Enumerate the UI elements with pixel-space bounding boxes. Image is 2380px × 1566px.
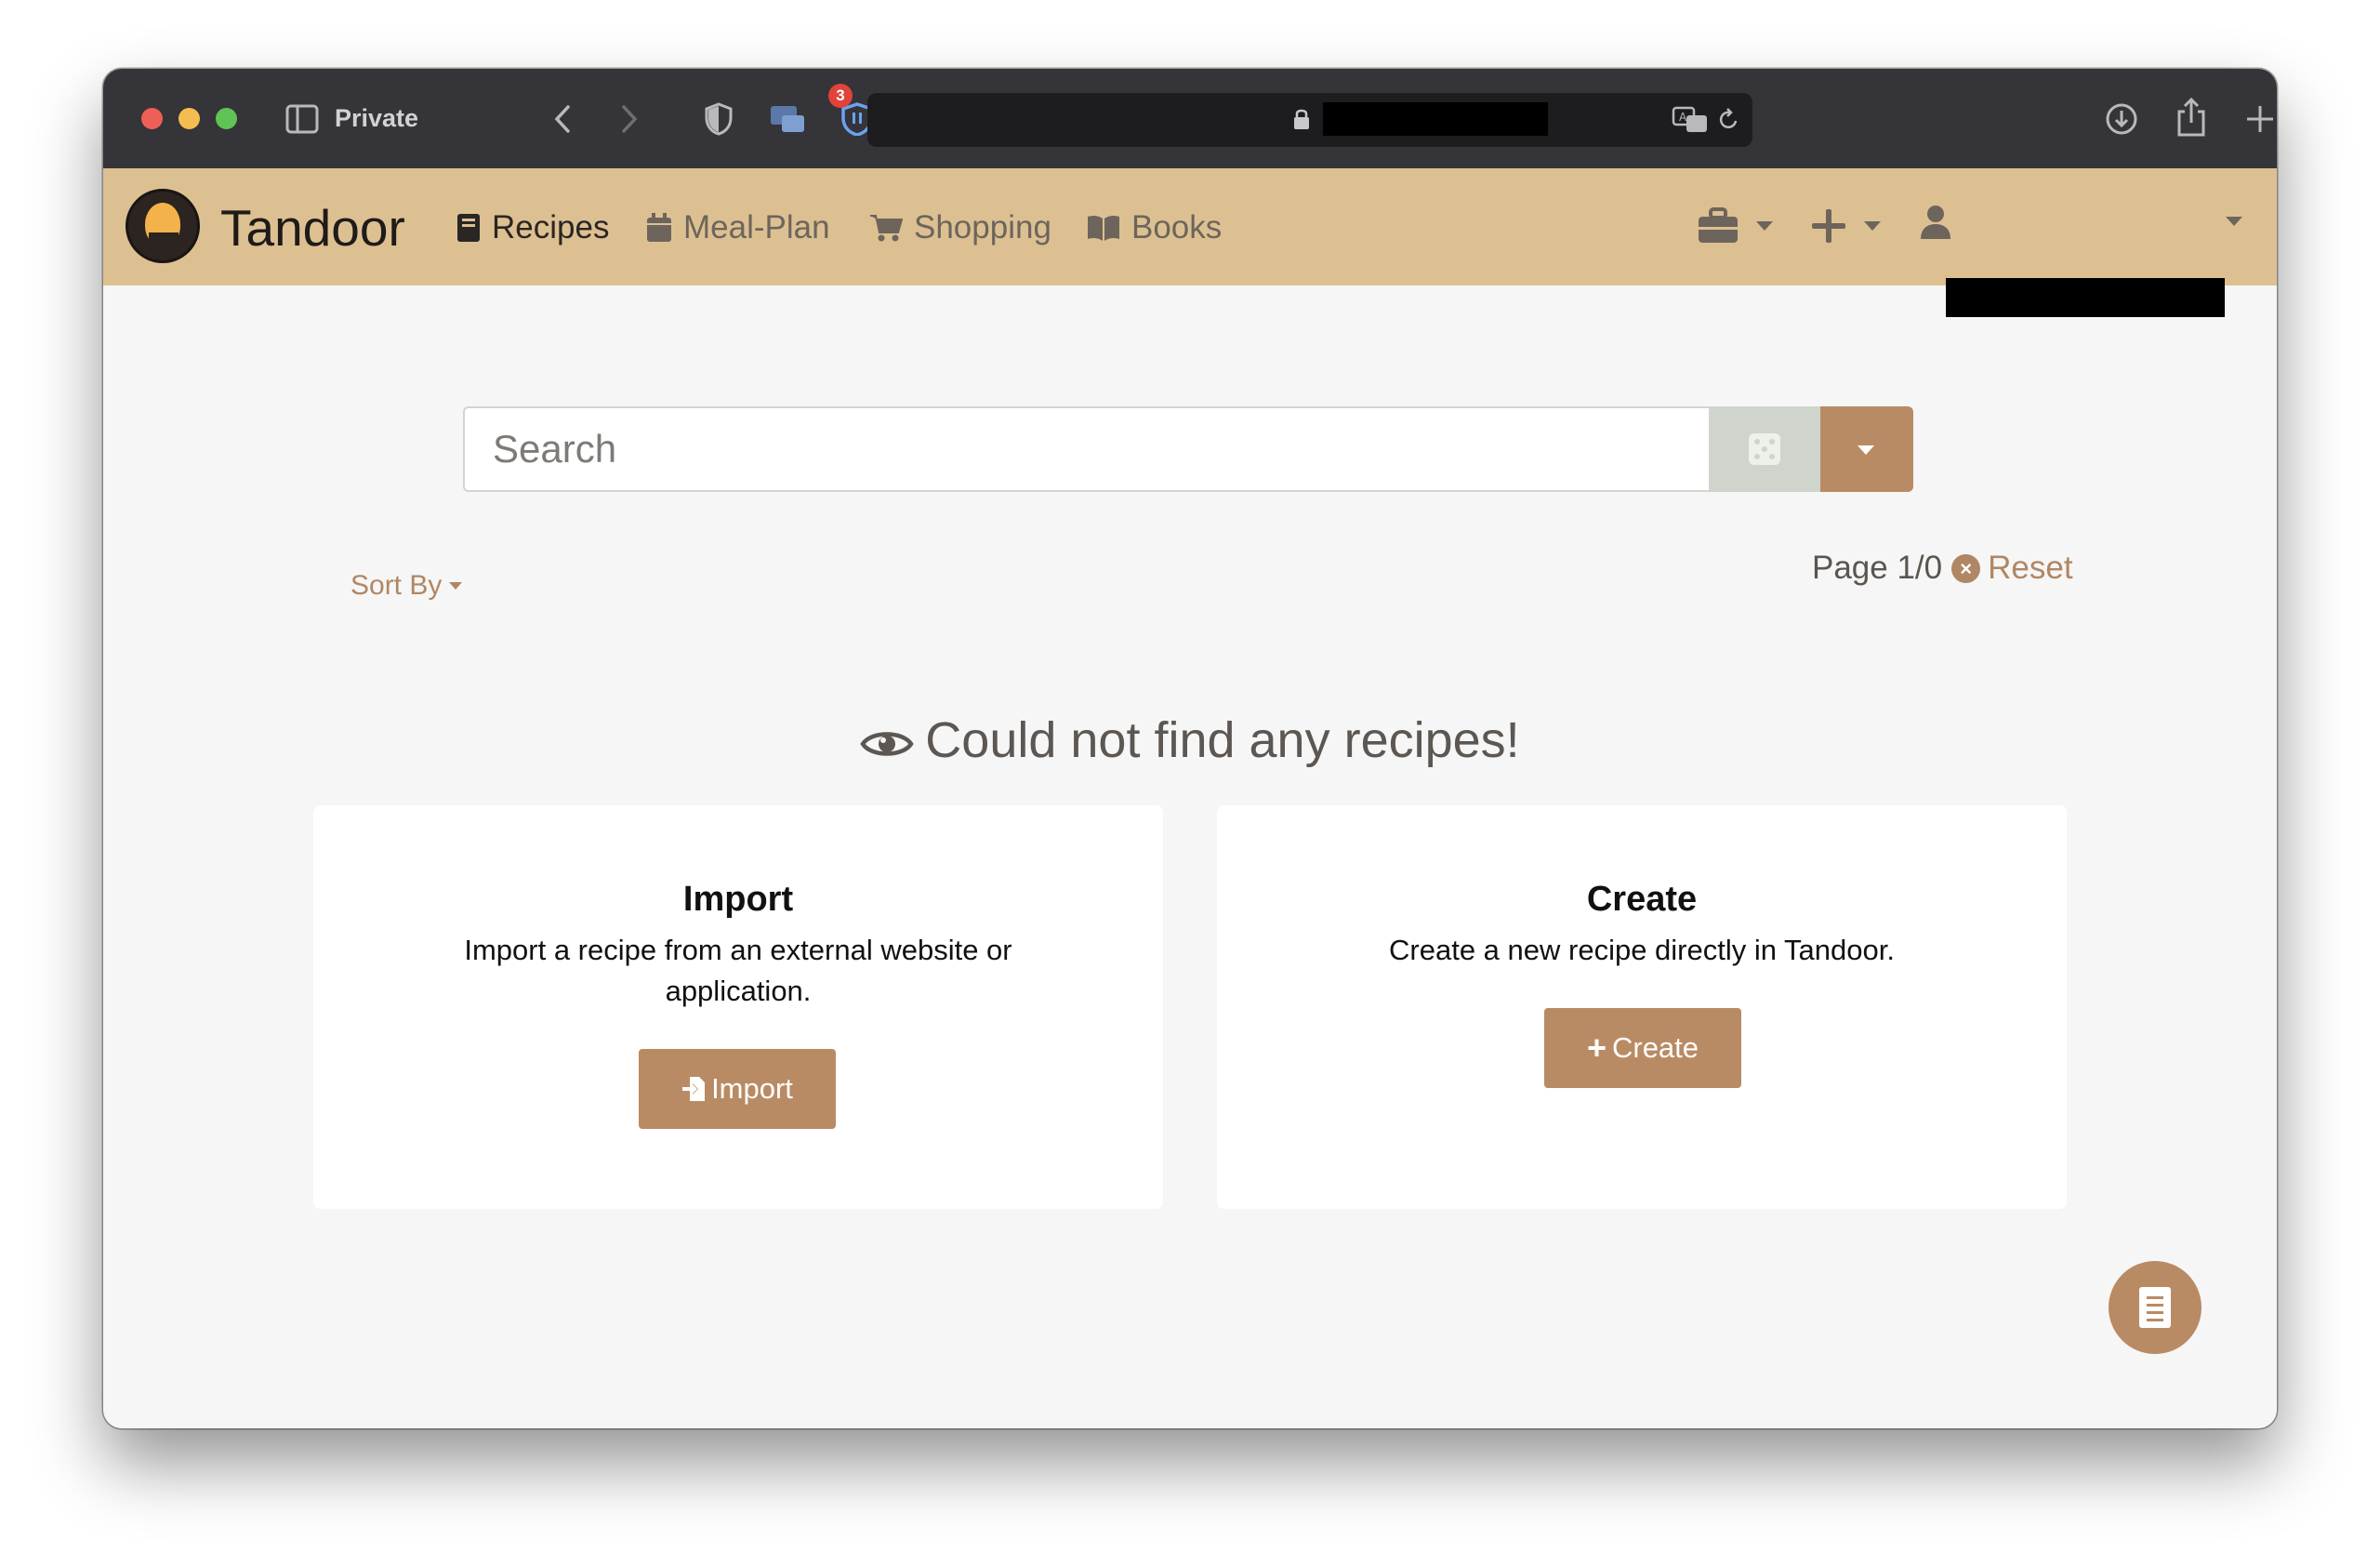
sidebar-toggle-icon[interactable] bbox=[285, 104, 319, 134]
import-card: Import Import a recipe from an external … bbox=[313, 805, 1163, 1209]
nav-recipes-label: Recipes bbox=[492, 209, 610, 246]
cart-icon bbox=[870, 215, 903, 242]
address-bar[interactable]: A bbox=[867, 93, 1752, 147]
browser-window: Private 3 A Tandoor Recipes Meal-Plan Sh… bbox=[103, 69, 2277, 1428]
user-menu[interactable] bbox=[1919, 204, 2242, 246]
open-book-icon bbox=[1088, 215, 1119, 241]
chevron-down-icon bbox=[2226, 217, 2242, 226]
new-tab-icon[interactable] bbox=[2245, 104, 2275, 134]
browser-toolbar: Private 3 A bbox=[103, 69, 2277, 168]
import-card-title: Import bbox=[682, 880, 794, 919]
private-mode-label: Private bbox=[335, 104, 419, 132]
nav-books-label: Books bbox=[1131, 209, 1223, 246]
pagination-info: Page 1/0 × Reset bbox=[1812, 550, 2073, 587]
share-icon[interactable] bbox=[2176, 97, 2206, 138]
nav-shopping[interactable]: Shopping bbox=[869, 209, 1051, 246]
search-input[interactable] bbox=[463, 406, 1711, 492]
extension-badge: 3 bbox=[828, 84, 853, 108]
back-icon[interactable] bbox=[553, 104, 572, 134]
reload-icon[interactable] bbox=[1717, 108, 1739, 132]
lock-icon bbox=[1294, 109, 1309, 129]
receipt-icon bbox=[2139, 1287, 2171, 1328]
forward-icon[interactable] bbox=[620, 104, 639, 134]
svg-text:A: A bbox=[1679, 111, 1687, 124]
tandoor-logo[interactable] bbox=[126, 189, 200, 263]
chevron-down-icon bbox=[1864, 221, 1881, 231]
redacted-url bbox=[1323, 102, 1548, 136]
zoom-window-button[interactable] bbox=[216, 108, 237, 129]
import-button-label: Import bbox=[711, 1072, 793, 1105]
add-menu[interactable] bbox=[1810, 207, 1881, 245]
plus-icon: + bbox=[1586, 1029, 1606, 1067]
chevron-down-icon bbox=[1756, 221, 1773, 231]
sort-by-dropdown[interactable]: Sort By bbox=[350, 570, 463, 602]
picture-in-picture-icon[interactable] bbox=[769, 104, 806, 134]
empty-state-title: Could not find any recipes! bbox=[103, 711, 2277, 769]
create-card-text: Create a new recipe directly in Tandoor. bbox=[1389, 934, 1895, 966]
create-button-label: Create bbox=[1611, 1031, 1699, 1064]
brand-name[interactable]: Tandoor bbox=[220, 198, 405, 258]
toolbox-icon bbox=[1699, 207, 1738, 243]
create-card-title: Create bbox=[1586, 880, 1698, 919]
book-icon bbox=[457, 214, 480, 242]
search-options-button[interactable] bbox=[1820, 406, 1913, 492]
caret-down-icon bbox=[1858, 445, 1874, 455]
create-card: Create Create a new recipe directly in T… bbox=[1217, 805, 2067, 1209]
page-counter: Page 1/0 bbox=[1812, 550, 1943, 586]
close-window-button[interactable] bbox=[141, 108, 163, 129]
minimize-window-button[interactable] bbox=[178, 108, 200, 129]
downloads-icon[interactable] bbox=[2105, 102, 2138, 136]
file-import-icon bbox=[682, 1077, 706, 1101]
user-icon bbox=[1921, 206, 1950, 239]
app-navbar: Tandoor Recipes Meal-Plan Shopping Books bbox=[103, 168, 2277, 317]
random-recipe-button[interactable] bbox=[1711, 406, 1820, 492]
nav-recipes[interactable]: Recipes bbox=[456, 209, 609, 246]
chevron-down-icon bbox=[449, 582, 463, 590]
import-button[interactable]: Import bbox=[639, 1049, 836, 1129]
translate-icon[interactable]: A bbox=[1672, 106, 1709, 134]
empty-state-text: Could not find any recipes! bbox=[925, 712, 1520, 768]
redacted-username bbox=[1946, 278, 2225, 317]
calendar-icon bbox=[647, 213, 671, 242]
plus-icon bbox=[1812, 209, 1845, 243]
nav-books[interactable]: Books bbox=[1087, 209, 1222, 246]
dice-icon bbox=[1749, 433, 1780, 465]
eye-icon bbox=[860, 732, 914, 756]
privacy-shield-icon[interactable] bbox=[705, 102, 733, 136]
import-card-text: Import a recipe from an external website… bbox=[464, 934, 1012, 1007]
nav-meal-plan-label: Meal-Plan bbox=[683, 209, 830, 246]
sort-by-label: Sort By bbox=[350, 570, 443, 601]
nav-shopping-label: Shopping bbox=[914, 209, 1051, 246]
shopping-list-fab[interactable] bbox=[2109, 1261, 2202, 1354]
close-circle-icon[interactable]: × bbox=[1951, 553, 1981, 583]
reset-link[interactable]: Reset bbox=[1988, 550, 2072, 587]
create-button[interactable]: + Create bbox=[1544, 1008, 1741, 1088]
nav-meal-plan[interactable]: Meal-Plan bbox=[646, 209, 830, 246]
toolbox-menu[interactable] bbox=[1697, 207, 1773, 245]
